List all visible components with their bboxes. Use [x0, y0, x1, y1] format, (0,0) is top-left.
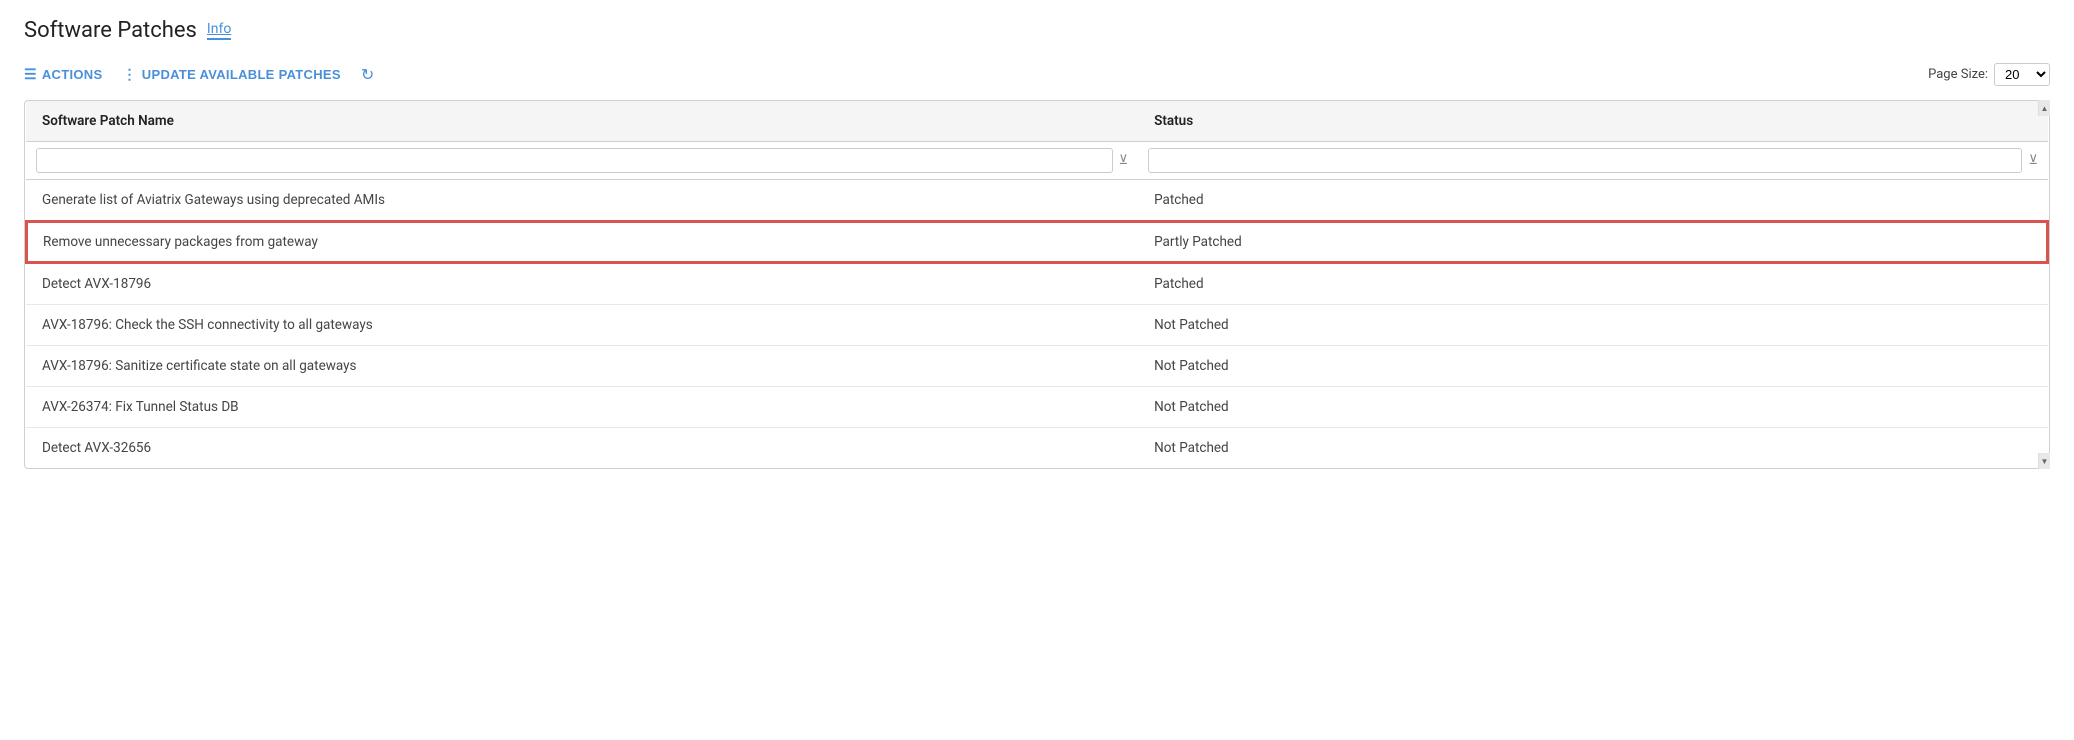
- table-row[interactable]: AVX-18796: Sanitize certificate state on…: [26, 346, 2048, 387]
- filter-name-icon: ⊻: [1119, 153, 1129, 168]
- cell-patch-name: AVX-18796: Sanitize certificate state on…: [26, 346, 1138, 387]
- page-size-control: Page Size: 20 50 100: [1928, 63, 2050, 86]
- page-title: Software Patches: [24, 18, 197, 43]
- table-header-row: Software Patch Name Status: [26, 101, 2048, 142]
- page-size-label: Page Size:: [1928, 67, 1988, 82]
- info-link[interactable]: Info: [207, 21, 231, 40]
- cell-patch-name: Detect AVX-18796: [26, 263, 1138, 305]
- scroll-down-arrow[interactable]: ▼: [2038, 453, 2050, 469]
- refresh-button[interactable]: ↻: [361, 65, 374, 84]
- filter-status-icon: ⊻: [2028, 153, 2038, 168]
- filter-cell-status: ⊻: [1138, 142, 2048, 180]
- filter-name-input[interactable]: [36, 148, 1113, 173]
- actions-button[interactable]: ☰ ACTIONS: [24, 66, 102, 83]
- cell-patch-name: AVX-18796: Check the SSH connectivity to…: [26, 305, 1138, 346]
- update-icon: ⋮: [122, 66, 136, 83]
- table-row[interactable]: Detect AVX-32656Not Patched: [26, 428, 2048, 469]
- table-filter-row: ⊻ ⊻: [26, 142, 2048, 180]
- table-row[interactable]: Remove unnecessary packages from gateway…: [26, 221, 2048, 263]
- scroll-up-arrow[interactable]: ▲: [2038, 100, 2050, 116]
- page-container: Software Patches Info ☰ ACTIONS ⋮ UPDATE…: [0, 0, 2074, 487]
- table-row[interactable]: AVX-26374: Fix Tunnel Status DBNot Patch…: [26, 387, 2048, 428]
- cell-patch-status: Not Patched: [1138, 305, 2048, 346]
- page-size-select[interactable]: 20 50 100: [1994, 63, 2050, 86]
- toolbar: ☰ ACTIONS ⋮ UPDATE AVAILABLE PATCHES ↻ P…: [24, 63, 2050, 86]
- cell-patch-status: Not Patched: [1138, 428, 2048, 469]
- list-icon: ☰: [24, 66, 37, 83]
- cell-patch-status: Patched: [1138, 263, 2048, 305]
- table-wrapper: Software Patch Name Status ⊻: [24, 100, 2050, 469]
- cell-patch-name: AVX-26374: Fix Tunnel Status DB: [26, 387, 1138, 428]
- cell-patch-name: Generate list of Aviatrix Gateways using…: [26, 180, 1138, 222]
- page-header: Software Patches Info: [24, 18, 2050, 43]
- table-body: Generate list of Aviatrix Gateways using…: [26, 180, 2048, 469]
- filter-name-inner: ⊻: [36, 148, 1128, 173]
- filter-status-input[interactable]: [1148, 148, 2022, 173]
- filter-status-inner: ⊻: [1148, 148, 2038, 173]
- cell-patch-status: Not Patched: [1138, 346, 2048, 387]
- patches-table: Software Patch Name Status ⊻: [25, 101, 2049, 468]
- cell-patch-status: Patched: [1138, 180, 2048, 222]
- cell-patch-name: Detect AVX-32656: [26, 428, 1138, 469]
- cell-patch-status: Partly Patched: [1138, 221, 2048, 263]
- cell-patch-status: Not Patched: [1138, 387, 2048, 428]
- table-row[interactable]: Generate list of Aviatrix Gateways using…: [26, 180, 2048, 222]
- col-header-name: Software Patch Name: [26, 101, 1138, 142]
- col-header-status: Status: [1138, 101, 2048, 142]
- cell-patch-name: Remove unnecessary packages from gateway: [26, 221, 1138, 263]
- table-row[interactable]: AVX-18796: Check the SSH connectivity to…: [26, 305, 2048, 346]
- table-row[interactable]: Detect AVX-18796Patched: [26, 263, 2048, 305]
- update-patches-button[interactable]: ⋮ UPDATE AVAILABLE PATCHES: [122, 66, 340, 83]
- filter-cell-name: ⊻: [26, 142, 1138, 180]
- actions-label: ACTIONS: [42, 67, 103, 82]
- update-patches-label: UPDATE AVAILABLE PATCHES: [142, 67, 341, 82]
- table-container: Software Patch Name Status ⊻: [24, 100, 2050, 469]
